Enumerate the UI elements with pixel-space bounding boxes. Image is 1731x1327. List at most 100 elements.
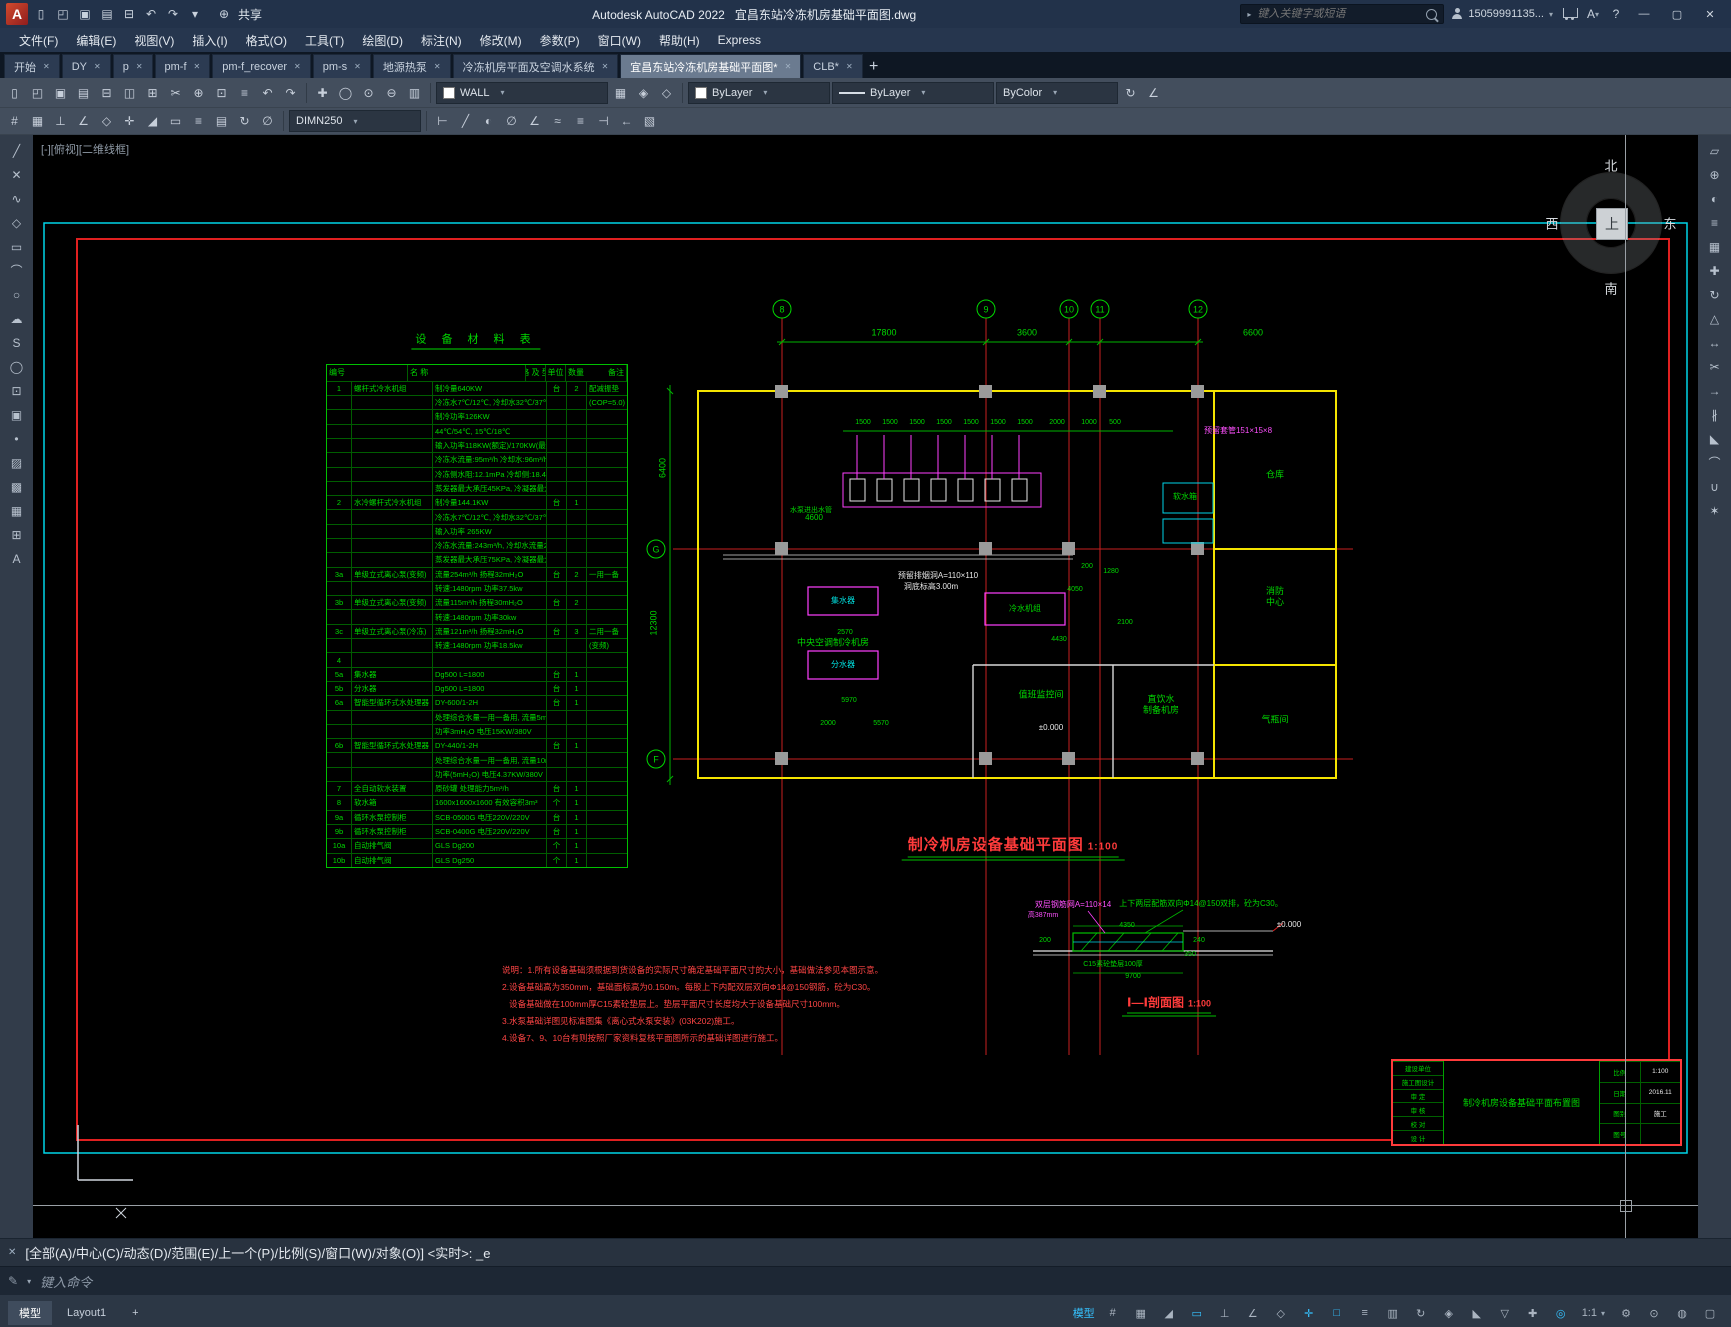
- grid-icon[interactable]: ▦: [27, 111, 48, 132]
- isodraft-icon[interactable]: ◇: [1268, 1303, 1294, 1323]
- rotate-tool-icon[interactable]: ↻: [1703, 284, 1727, 305]
- plot-preview-icon[interactable]: ◫: [119, 82, 140, 103]
- match-properties-icon[interactable]: ≡: [234, 82, 255, 103]
- snap-icon[interactable]: #: [4, 111, 25, 132]
- qdim-icon[interactable]: ≈: [547, 111, 568, 132]
- new-layout-button[interactable]: +: [121, 1303, 149, 1323]
- measure-icon[interactable]: ∠: [1143, 82, 1164, 103]
- extend-tool-icon[interactable]: →: [1703, 380, 1727, 401]
- annotation-monitor-icon[interactable]: ⊙: [1641, 1303, 1667, 1323]
- osnap-3d-icon[interactable]: ◈: [1436, 1303, 1462, 1323]
- selection-cycling-icon[interactable]: ↻: [1408, 1303, 1434, 1323]
- erase-tool-icon[interactable]: ▱: [1703, 140, 1727, 161]
- menu-express[interactable]: Express: [709, 28, 770, 52]
- tab-close-icon[interactable]: ✕: [43, 62, 50, 71]
- mtext-tool-icon[interactable]: A: [5, 548, 29, 569]
- properties-icon[interactable]: ▥: [404, 82, 425, 103]
- tab-close-icon[interactable]: ✕: [94, 62, 101, 71]
- units-icon[interactable]: ∅: [257, 111, 278, 132]
- isolate-objects-icon[interactable]: ◍: [1669, 1303, 1695, 1323]
- menu-help[interactable]: 帮助(H): [650, 28, 709, 52]
- osnap-icon[interactable]: ◇: [96, 111, 117, 132]
- hatch-tool-icon[interactable]: ▨: [5, 452, 29, 473]
- move-tool-icon[interactable]: ✚: [1703, 260, 1727, 281]
- tab-close-icon[interactable]: ✕: [846, 62, 853, 71]
- app-logo-icon[interactable]: A: [6, 3, 28, 25]
- copy-tool-icon[interactable]: ⊕: [1703, 164, 1727, 185]
- ducs-icon[interactable]: ◢: [142, 111, 163, 132]
- snap-mode-icon[interactable]: ▦: [1128, 1303, 1154, 1323]
- array-tool-icon[interactable]: ▦: [1703, 236, 1727, 257]
- menu-edit[interactable]: 编辑(E): [67, 28, 125, 52]
- annotation-scale-control[interactable]: 1:1 ▾: [1577, 1303, 1610, 1323]
- command-close-icon[interactable]: ✕: [8, 1247, 16, 1258]
- tab-close-icon[interactable]: ✕: [354, 62, 361, 71]
- tab-close-icon[interactable]: ✕: [136, 62, 143, 71]
- compass-south[interactable]: 南: [1604, 279, 1617, 298]
- circle-tool-icon[interactable]: ○: [5, 284, 29, 305]
- copy-clip-icon[interactable]: ⊕: [188, 82, 209, 103]
- ortho-mode-icon[interactable]: ⊥: [1212, 1303, 1238, 1323]
- menu-file[interactable]: 文件(F): [10, 28, 67, 52]
- help-button[interactable]: ?: [1606, 4, 1626, 24]
- model-space-toggle[interactable]: 模型: [1070, 1303, 1098, 1323]
- scale-tool-icon[interactable]: △: [1703, 308, 1727, 329]
- annotation-visibility-icon[interactable]: ◎: [1548, 1303, 1574, 1323]
- rectangle-tool-icon[interactable]: ▭: [5, 236, 29, 257]
- account-menu[interactable]: 15059991135... ▾: [1447, 8, 1557, 20]
- undo-icon[interactable]: ↶: [141, 4, 161, 24]
- menu-tools[interactable]: 工具(T): [296, 28, 353, 52]
- polygon-tool-icon[interactable]: ◇: [5, 212, 29, 233]
- refresh-icon[interactable]: ↻: [1120, 82, 1141, 103]
- menu-modify[interactable]: 修改(M): [471, 28, 531, 52]
- xline-tool-icon[interactable]: ✕: [5, 164, 29, 185]
- lineweight-icon[interactable]: ≡: [188, 111, 209, 132]
- open-icon[interactable]: ◰: [27, 82, 48, 103]
- dim-baseline-icon[interactable]: ≡: [570, 111, 591, 132]
- menu-parametric[interactable]: 参数(P): [531, 28, 589, 52]
- chamfer-tool-icon[interactable]: ◣: [1703, 428, 1727, 449]
- menu-insert[interactable]: 插入(I): [183, 28, 236, 52]
- dynamic-input-icon[interactable]: ▭: [1184, 1303, 1210, 1323]
- cut-icon[interactable]: ✂: [165, 82, 186, 103]
- zoom-realtime-icon[interactable]: ◯: [335, 82, 356, 103]
- saveas-icon[interactable]: ▤: [73, 82, 94, 103]
- plot-icon[interactable]: ⊟: [119, 4, 139, 24]
- stretch-tool-icon[interactable]: ↔: [1703, 332, 1727, 353]
- explode-tool-icon[interactable]: ✶: [1703, 500, 1727, 521]
- grid-display-icon[interactable]: #: [1100, 1303, 1126, 1323]
- tab-close-icon[interactable]: ✕: [785, 62, 792, 71]
- quickprops-icon[interactable]: ▤: [211, 111, 232, 132]
- tab-start[interactable]: 开始 ✕: [4, 54, 60, 78]
- dim-angular-icon[interactable]: ∠: [524, 111, 545, 132]
- fillet-tool-icon[interactable]: ⌒: [1703, 452, 1727, 473]
- tab-clb[interactable]: CLB* ✕: [803, 54, 863, 78]
- compass-west[interactable]: 西: [1545, 214, 1558, 233]
- view-compass[interactable]: 北 西 东 南 上: [1536, 148, 1686, 298]
- open-icon[interactable]: ◰: [53, 4, 73, 24]
- search-icon[interactable]: [1426, 8, 1438, 20]
- search-field[interactable]: ▸: [1240, 4, 1445, 24]
- point-tool-icon[interactable]: •: [5, 428, 29, 449]
- object-snap-tracking-icon[interactable]: ✛: [1296, 1303, 1322, 1323]
- close-button[interactable]: ✕: [1695, 2, 1725, 26]
- tab-active-dwg[interactable]: 宜昌东站冷冻机房基础平面图* ✕: [620, 54, 802, 78]
- paste-icon[interactable]: ⊡: [211, 82, 232, 103]
- tab-p[interactable]: p ✕: [112, 54, 153, 78]
- ellipse-tool-icon[interactable]: ◯: [5, 356, 29, 377]
- break-tool-icon[interactable]: ∦: [1703, 404, 1727, 425]
- layer-properties-icon[interactable]: ▦: [610, 82, 631, 103]
- viewport-controls[interactable]: [-][俯视][二维线框]: [41, 141, 129, 157]
- new-icon[interactable]: ▯: [4, 82, 25, 103]
- line-tool-icon[interactable]: ╱: [5, 140, 29, 161]
- menu-format[interactable]: 格式(O): [237, 28, 296, 52]
- object-snap-icon[interactable]: □: [1324, 1303, 1350, 1323]
- selection-filter-icon[interactable]: ▽: [1492, 1303, 1518, 1323]
- region-tool-icon[interactable]: ▦: [5, 500, 29, 521]
- pan-icon[interactable]: ✚: [312, 82, 333, 103]
- command-recent-caret-icon[interactable]: ▾: [27, 1277, 31, 1286]
- plotstyle-control[interactable]: ByColor ▾: [996, 81, 1118, 104]
- command-prompt[interactable]: 键入命令: [40, 1272, 92, 1291]
- saveas-icon[interactable]: ▤: [97, 4, 117, 24]
- offset-tool-icon[interactable]: ≡: [1703, 212, 1727, 233]
